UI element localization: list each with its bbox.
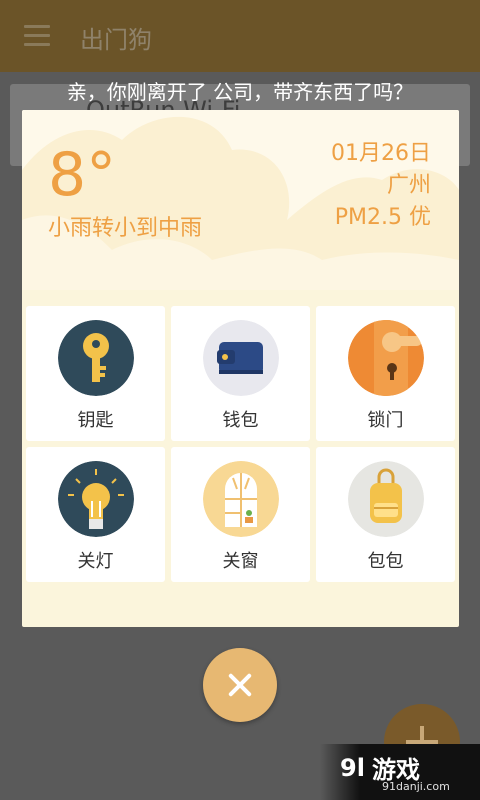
watermark: 9l 游戏 91danji.com [320, 744, 480, 800]
light-bulb-icon [58, 461, 134, 537]
backpack-icon [348, 461, 424, 537]
checklist-item-label: 包包 [367, 551, 404, 572]
checklist-dialog: 8° 小雨转小到中雨 01月26日 广州 PM2.5 优 钥匙 钱包 锁门 关灯… [22, 110, 459, 627]
key-icon [58, 320, 134, 396]
window-icon [203, 461, 279, 537]
watermark-logo-icon: 9l [340, 754, 365, 780]
watermark-url: 91danji.com [382, 780, 450, 793]
checklist-item-label: 关灯 [77, 551, 114, 572]
app-title: 出门狗 [80, 26, 152, 54]
checklist-item-key[interactable]: 钥匙 [26, 306, 165, 441]
app-bar: 出门狗 [0, 0, 480, 72]
wallet-icon [203, 320, 279, 396]
checklist-item-window[interactable]: 关窗 [171, 447, 310, 582]
temperature: 8° [48, 140, 117, 210]
city-text: 广州 [386, 173, 431, 198]
weather-panel: 8° 小雨转小到中雨 01月26日 广州 PM2.5 优 [22, 110, 459, 290]
menu-icon[interactable] [24, 25, 50, 47]
checklist-item-wallet[interactable]: 钱包 [171, 306, 310, 441]
weather-condition: 小雨转小到中雨 [48, 216, 203, 241]
air-quality-text: PM2.5 优 [334, 205, 431, 230]
checklist-item-label: 关窗 [222, 551, 259, 572]
door-lock-icon [348, 320, 424, 396]
checklist-item-backpack[interactable]: 包包 [316, 447, 455, 582]
weather-info: 01月26日 广州 PM2.5 优 [331, 138, 431, 234]
date-text: 01月26日 [331, 141, 431, 166]
leave-prompt: 亲，你刚离开了 公司，带齐东西了吗？ [66, 80, 414, 104]
checklist-item-door-lock[interactable]: 锁门 [316, 306, 455, 441]
checklist-item-light[interactable]: 关灯 [26, 447, 165, 582]
close-button[interactable] [203, 648, 277, 722]
checklist-item-label: 钥匙 [77, 410, 114, 431]
checklist-item-label: 锁门 [367, 410, 404, 431]
svg-text:9l: 9l [340, 754, 365, 780]
checklist-item-label: 钱包 [222, 410, 259, 431]
